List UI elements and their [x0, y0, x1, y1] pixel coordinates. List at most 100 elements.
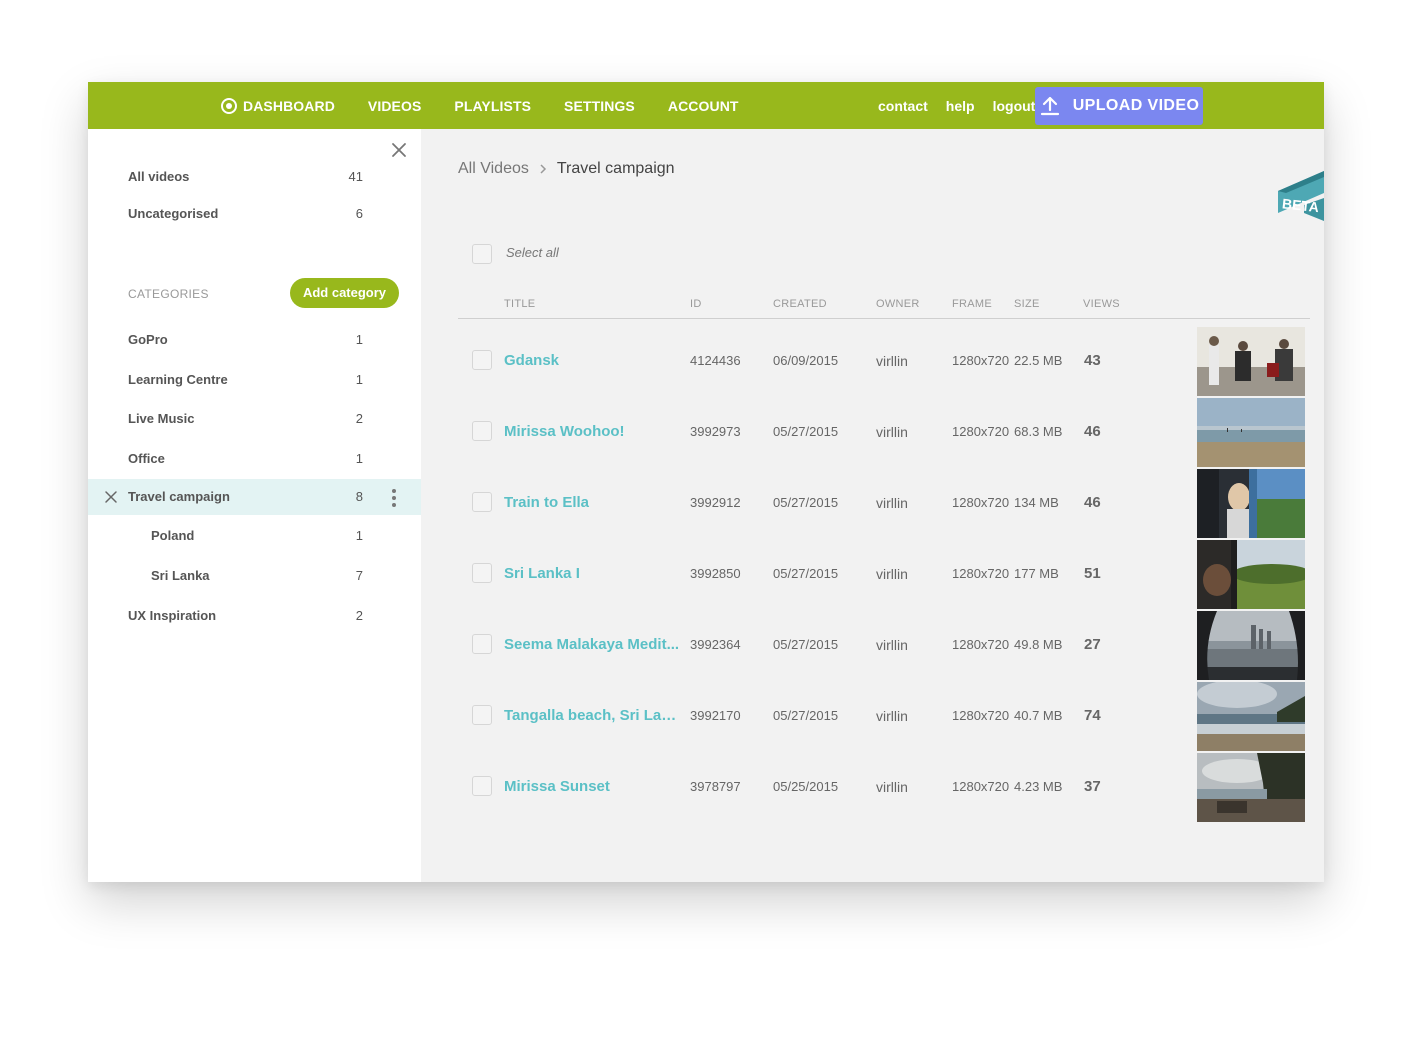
video-frame: 1280x720	[952, 637, 1010, 652]
video-size: 4.23 MB	[1014, 779, 1063, 794]
select-all-checkbox[interactable]	[472, 244, 492, 264]
utility-links: contact help logout	[878, 82, 1053, 129]
video-title-link[interactable]: Gdansk	[504, 326, 682, 396]
help-link[interactable]: help	[946, 98, 975, 114]
table-row: Seema Malakaya Medit... 3992364 05/27/20…	[458, 610, 1310, 681]
video-views: 37	[1084, 778, 1101, 795]
video-owner: virllin	[876, 708, 908, 724]
video-title-link[interactable]: Seema Malakaya Medit...	[504, 610, 682, 680]
nav-dashboard[interactable]: DASHBOARD	[221, 97, 335, 114]
categories-heading: CATEGORIES	[128, 287, 209, 301]
row-checkbox[interactable]	[472, 776, 492, 796]
video-frame: 1280x720	[952, 424, 1010, 439]
video-size: 68.3 MB	[1014, 424, 1063, 439]
nav-dashboard-label: DASHBOARD	[243, 97, 335, 114]
table-row: Train to Ella 3992912 05/27/2015 virllin…	[458, 468, 1310, 539]
column-header-size[interactable]: SIZE	[1014, 298, 1040, 310]
sidebar-item-uncategorised[interactable]: Uncategorised 6	[88, 196, 421, 232]
video-created: 05/27/2015	[773, 424, 839, 439]
column-header-owner[interactable]: OWNER	[876, 298, 920, 310]
beta-label: BETA	[1281, 195, 1320, 215]
sidebar-item-all-videos[interactable]: All videos 41	[88, 159, 421, 195]
upload-video-button[interactable]: UPLOAD VIDEO	[1035, 87, 1203, 125]
nav-account[interactable]: ACCOUNT	[668, 98, 739, 114]
video-title-link[interactable]: Mirissa Sunset	[504, 752, 682, 822]
video-frame: 1280x720	[952, 708, 1010, 723]
nav-settings[interactable]: SETTINGS	[564, 98, 635, 114]
sidebar-item-ux-inspiration[interactable]: UX Inspiration 2	[88, 598, 421, 634]
logout-link[interactable]: logout	[993, 98, 1036, 114]
sidebar-item-count: 2	[355, 411, 363, 426]
video-title-link[interactable]: Mirissa Woohoo!	[504, 397, 682, 467]
video-created: 05/27/2015	[773, 495, 839, 510]
close-icon[interactable]	[390, 141, 408, 159]
video-thumbnail[interactable]	[1197, 327, 1305, 396]
sidebar-item-poland[interactable]: Poland 1	[88, 518, 421, 554]
sidebar-item-gopro[interactable]: GoPro 1	[88, 322, 421, 358]
sidebar-item-sri-lanka[interactable]: Sri Lanka 7	[88, 558, 421, 594]
video-created: 05/25/2015	[773, 779, 839, 794]
sidebar-item-label: Travel campaign	[128, 489, 230, 504]
sidebar-item-travel-campaign[interactable]: Travel campaign 8	[88, 479, 421, 515]
video-title-link[interactable]: Train to Ella	[504, 468, 682, 538]
row-checkbox[interactable]	[472, 634, 492, 654]
breadcrumb-current: Travel campaign	[556, 160, 675, 177]
row-checkbox[interactable]	[472, 421, 492, 441]
video-views: 27	[1084, 636, 1101, 653]
video-id: 3992364	[690, 637, 741, 652]
table-row: Mirissa Sunset 3978797 05/25/2015 virlli…	[458, 752, 1310, 823]
video-title-link[interactable]: Tangalla beach, Sri Lanka	[504, 681, 682, 751]
column-header-views[interactable]: VIEWS	[1083, 298, 1120, 310]
breadcrumb-root[interactable]: All Videos	[458, 160, 529, 178]
column-header-id[interactable]: ID	[690, 298, 702, 310]
video-thumbnail[interactable]	[1197, 611, 1305, 680]
nav-playlists[interactable]: PLAYLISTS	[454, 98, 531, 114]
upload-video-label: UPLOAD VIDEO	[1072, 97, 1200, 114]
main-nav: DASHBOARD VIDEOS PLAYLISTS SETTINGS ACCO…	[221, 82, 772, 129]
row-checkbox[interactable]	[472, 705, 492, 725]
video-owner: virllin	[876, 779, 908, 795]
sidebar-item-count: 1	[355, 528, 363, 543]
sidebar-item-label: UX Inspiration	[128, 608, 217, 623]
video-size: 177 MB	[1014, 566, 1059, 581]
beta-ribbon: BETA	[1278, 171, 1324, 221]
sidebar-item-count: 41	[348, 169, 363, 184]
column-header-created[interactable]: CREATED	[773, 298, 827, 310]
video-id: 3992912	[690, 495, 741, 510]
video-views: 43	[1084, 352, 1101, 369]
video-thumbnail[interactable]	[1197, 469, 1305, 538]
sidebar-item-live-music[interactable]: Live Music 2	[88, 401, 421, 437]
sidebar-item-count: 1	[355, 332, 363, 347]
video-frame: 1280x720	[952, 353, 1010, 368]
video-created: 05/27/2015	[773, 566, 839, 581]
sidebar-item-learning-centre[interactable]: Learning Centre 1	[88, 362, 421, 398]
video-id: 4124436	[690, 353, 741, 368]
sidebar-item-label: All videos	[128, 169, 190, 184]
sidebar-item-label: Live Music	[128, 411, 195, 426]
video-views: 46	[1084, 494, 1101, 511]
remove-category-icon[interactable]	[104, 490, 118, 504]
table-row: Gdansk 4124436 06/09/2015 virllin 1280x7…	[458, 326, 1310, 397]
video-thumbnail[interactable]	[1197, 540, 1305, 609]
row-checkbox[interactable]	[472, 563, 492, 583]
contact-link[interactable]: contact	[878, 98, 928, 114]
row-checkbox[interactable]	[472, 492, 492, 512]
video-owner: virllin	[876, 495, 908, 511]
video-thumbnail[interactable]	[1197, 682, 1305, 751]
nav-videos[interactable]: VIDEOS	[368, 98, 422, 114]
nav-videos-label: VIDEOS	[367, 97, 422, 114]
table-row: Tangalla beach, Sri Lanka 3992170 05/27/…	[458, 681, 1310, 752]
sidebar-item-office[interactable]: Office 1	[88, 441, 421, 477]
video-thumbnail[interactable]	[1197, 753, 1305, 822]
video-title-link[interactable]: Sri Lanka I	[504, 539, 682, 609]
video-thumbnail[interactable]	[1197, 398, 1305, 467]
more-options-icon[interactable]	[390, 487, 398, 507]
video-created: 05/27/2015	[773, 637, 839, 652]
video-owner: virllin	[876, 637, 908, 653]
video-owner: virllin	[876, 424, 908, 440]
sidebar-item-label: Office	[128, 451, 165, 466]
column-header-title[interactable]: TITLE	[504, 298, 535, 310]
column-header-frame[interactable]: FRAME	[952, 298, 992, 310]
row-checkbox[interactable]	[472, 350, 492, 370]
add-category-button[interactable]: Add category	[290, 278, 399, 308]
